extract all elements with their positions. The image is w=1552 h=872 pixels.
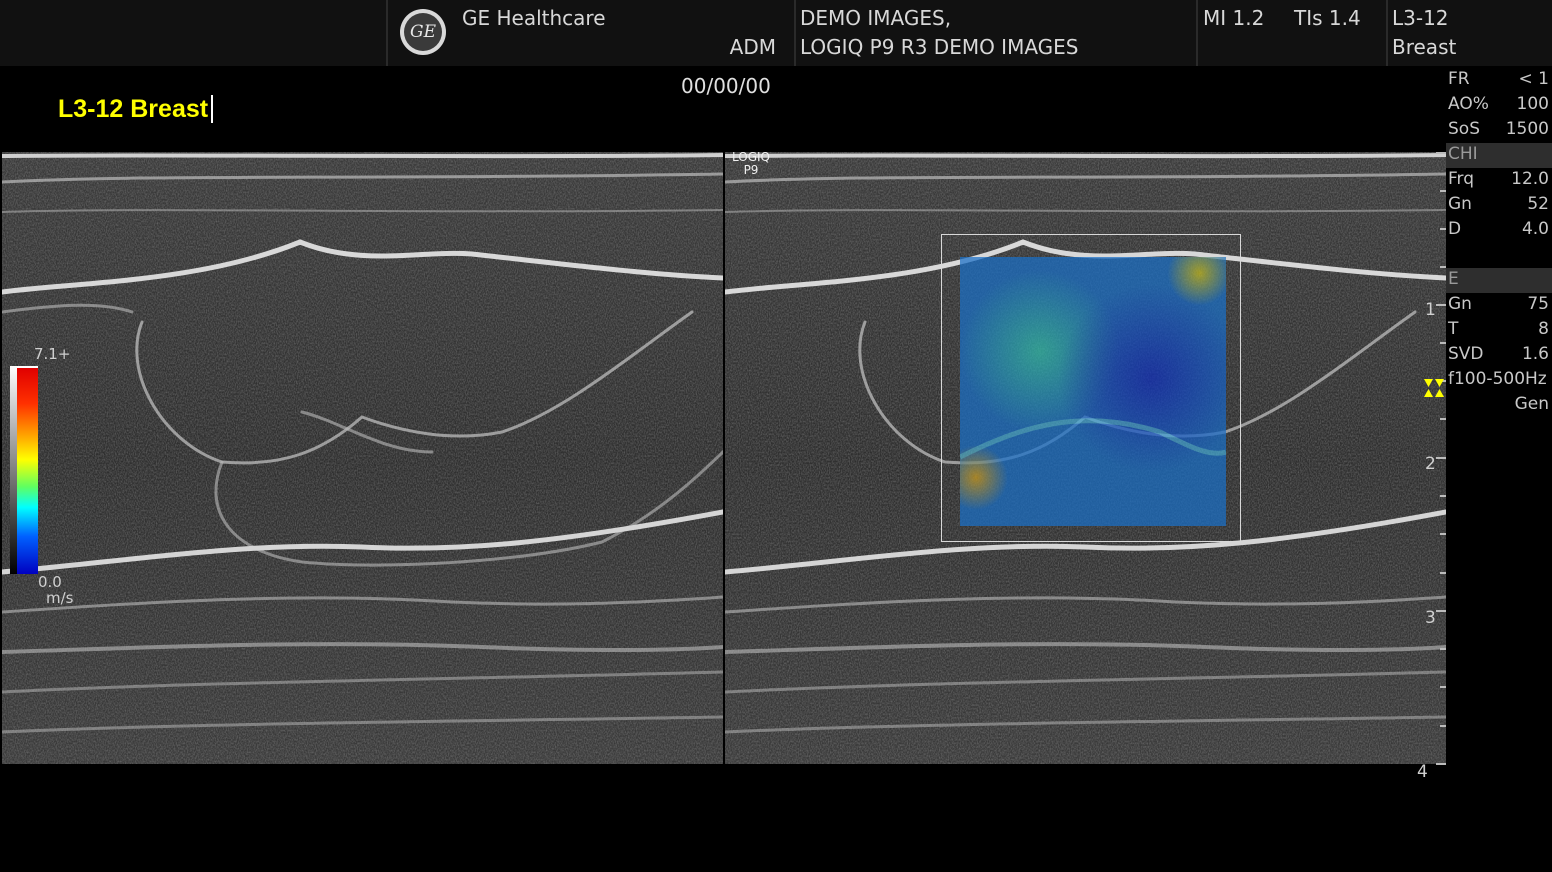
- param-row: Frq 12.0: [1448, 169, 1549, 189]
- header-blank-cell: [0, 0, 386, 66]
- manufacturer-name: GE Healthcare: [462, 6, 606, 30]
- color-scale-unit: m/s: [46, 589, 74, 607]
- depth-label-3: 3: [1425, 608, 1436, 628]
- param-row: Gen: [1514, 394, 1549, 414]
- param-row: FR < 1: [1448, 69, 1549, 89]
- param-spacer: [1446, 243, 1552, 268]
- ge-logo-icon: GE: [400, 9, 446, 55]
- param-row: D 4.0: [1448, 219, 1549, 239]
- exam-preset: Breast: [1392, 35, 1457, 59]
- exam-date: 00/00/00: [681, 74, 771, 98]
- system-watermark: LOGIQ P9: [732, 150, 770, 177]
- param-section-elastography: E: [1446, 268, 1552, 293]
- elastography-color-map: [960, 257, 1226, 526]
- ultrasound-image-left[interactable]: [2, 152, 723, 764]
- header-bar: GE GE Healthcare ADM DEMO IMAGES, LOGIQ …: [0, 0, 1552, 66]
- param-row: f100-500Hz: [1448, 369, 1547, 389]
- probe-name: L3-12: [1392, 6, 1449, 30]
- param-row: T8: [1448, 319, 1549, 339]
- thermal-index: TIs 1.4: [1294, 6, 1361, 30]
- param-row: Gn 75: [1448, 294, 1549, 314]
- header-manufacturer-cell: GE GE Healthcare ADM: [386, 0, 794, 66]
- operator-initials: ADM: [729, 35, 776, 59]
- param-section-chi: CHI: [1446, 143, 1552, 168]
- header-probe-cell: L3-12 Breast: [1386, 0, 1552, 66]
- param-row: SoS 1500: [1448, 119, 1549, 139]
- depth-ruler: 1 2 3 4: [1417, 152, 1446, 782]
- patient-name-line1: DEMO IMAGES,: [800, 6, 952, 30]
- focal-zone-marker-icon[interactable]: [1423, 378, 1445, 398]
- param-row: AO% 100: [1448, 94, 1549, 114]
- color-scale-max-label: 7.1+: [34, 345, 71, 363]
- mechanical-index: MI 1.2: [1203, 6, 1265, 30]
- text-cursor: [211, 95, 213, 123]
- probe-preset-annotation[interactable]: L3-12 Breast: [58, 95, 208, 124]
- depth-label-2: 2: [1425, 454, 1436, 474]
- param-row: Gn 52: [1448, 194, 1549, 214]
- param-row: SVD 1.6: [1448, 344, 1549, 364]
- color-scale-bar: [10, 366, 38, 574]
- header-patient-cell: DEMO IMAGES, LOGIQ P9 R3 DEMO IMAGES: [794, 0, 1196, 66]
- patient-name-line2: LOGIQ P9 R3 DEMO IMAGES: [800, 35, 1079, 59]
- depth-label-1: 1: [1425, 300, 1436, 320]
- parameter-panel: FR < 1 AO% 100 SoS 1500 CHI Frq 12.0 Gn 52 D4…: [1446, 68, 1552, 418]
- depth-label-4: 4: [1417, 762, 1428, 782]
- header-index-cell: MI 1.2 TIs 1.4: [1196, 0, 1386, 66]
